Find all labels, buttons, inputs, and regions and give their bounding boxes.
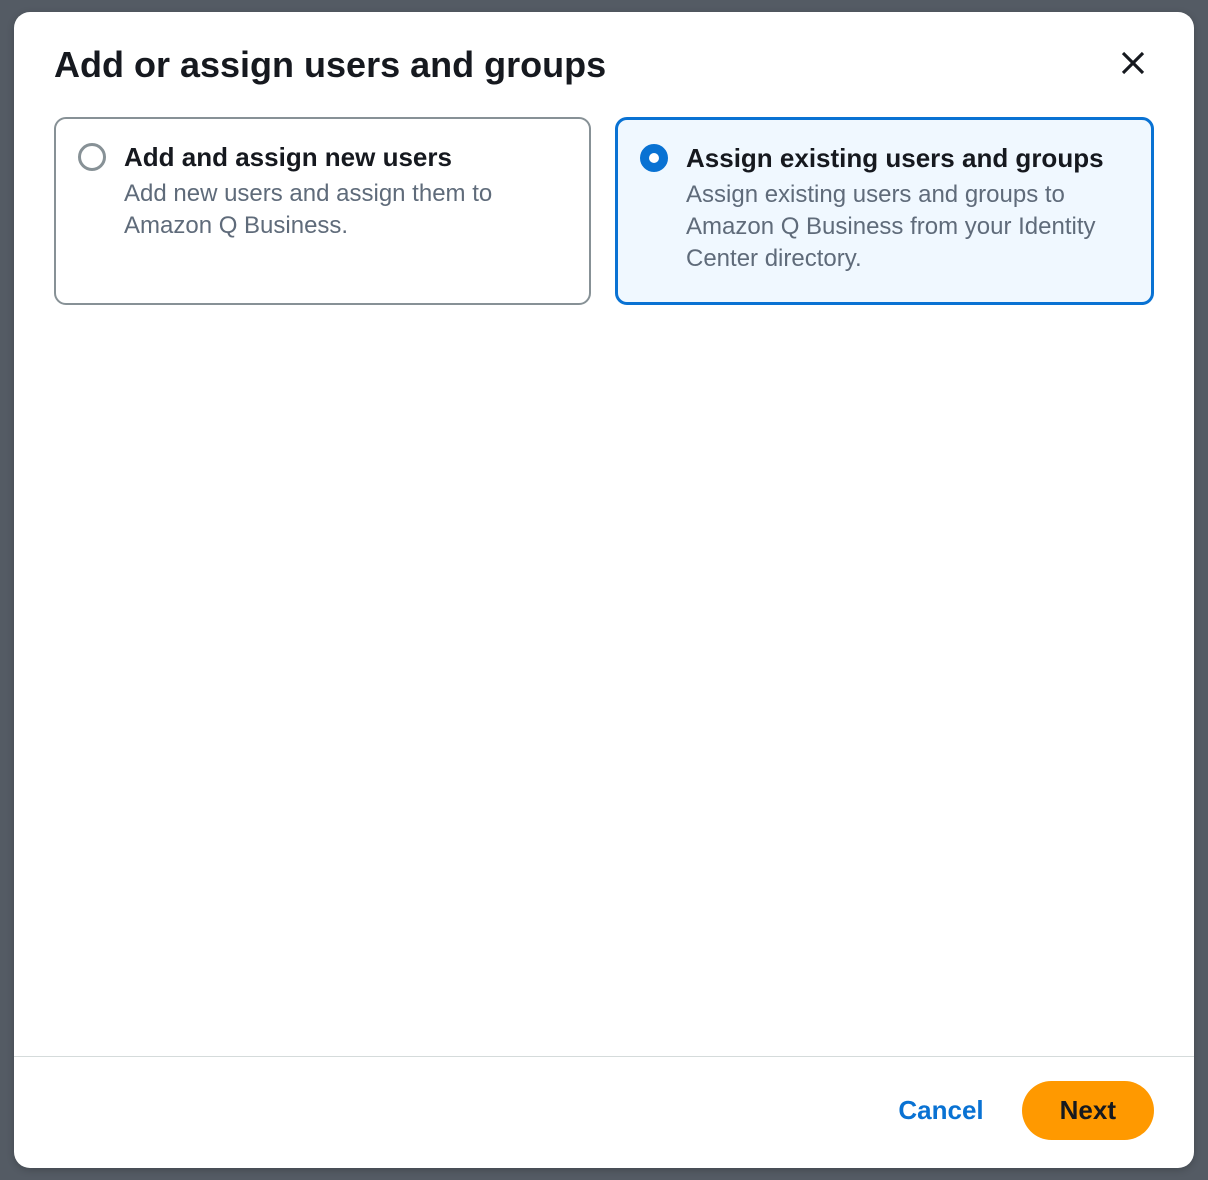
- option-assign-existing[interactable]: Assign existing users and groups Assign …: [615, 117, 1154, 305]
- option-description: Assign existing users and groups to Amaz…: [686, 179, 1125, 276]
- radio-unselected-icon: [78, 143, 106, 171]
- radio-selected-icon: [640, 144, 668, 172]
- modal-header: Add or assign users and groups: [14, 12, 1194, 107]
- option-text: Assign existing users and groups Assign …: [686, 142, 1125, 276]
- modal-title: Add or assign users and groups: [54, 42, 606, 87]
- next-button[interactable]: Next: [1022, 1081, 1154, 1140]
- modal-body: Add and assign new users Add new users a…: [14, 107, 1194, 1056]
- option-text: Add and assign new users Add new users a…: [124, 141, 563, 277]
- modal-dialog: Add or assign users and groups Add and a…: [14, 12, 1194, 1168]
- option-title: Add and assign new users: [124, 141, 563, 174]
- cancel-button[interactable]: Cancel: [888, 1087, 993, 1134]
- option-description: Add new users and assign them to Amazon …: [124, 178, 563, 243]
- close-icon: [1118, 48, 1148, 81]
- option-title: Assign existing users and groups: [686, 142, 1125, 175]
- options-row: Add and assign new users Add new users a…: [54, 117, 1154, 305]
- option-add-new-users[interactable]: Add and assign new users Add new users a…: [54, 117, 591, 305]
- close-button[interactable]: [1112, 42, 1154, 87]
- modal-footer: Cancel Next: [14, 1056, 1194, 1168]
